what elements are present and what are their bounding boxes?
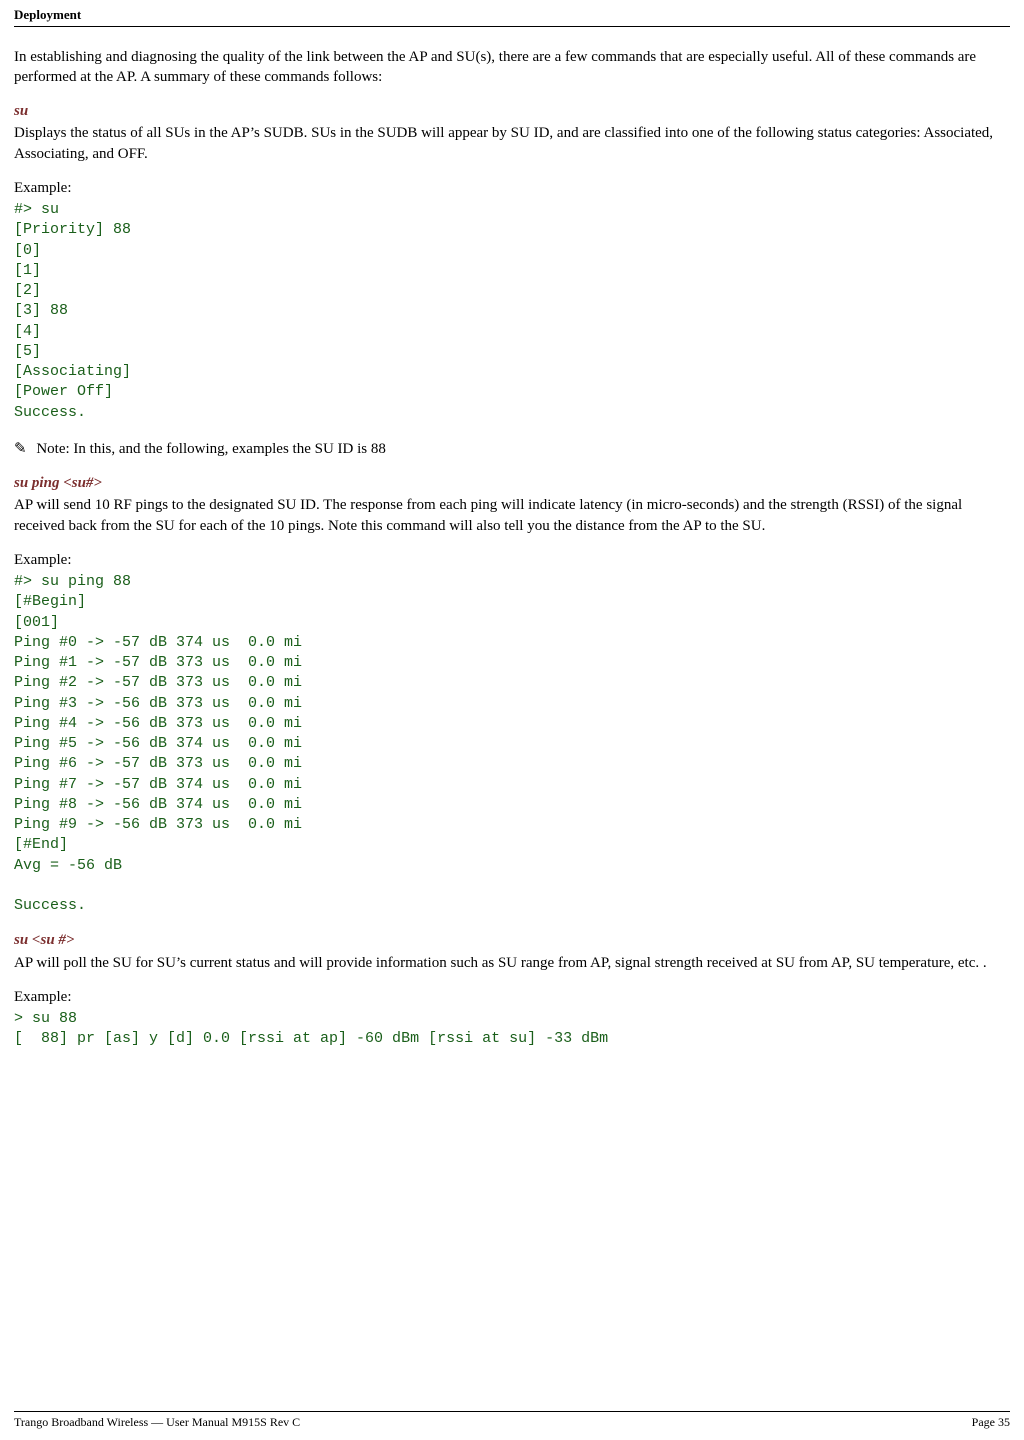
footer-rule (14, 1411, 1010, 1412)
cmd-su-block: su (14, 101, 1010, 121)
note-text: Note: In this, and the following, exampl… (36, 441, 386, 457)
footer-left: Trango Broadband Wireless — User Manual … (14, 1414, 300, 1430)
footer-right: Page 35 (972, 1414, 1010, 1430)
pencil-icon: ✎ (14, 441, 27, 457)
cmd-su-num-example-label: Example: (14, 987, 1010, 1007)
cmd-su-num-terminal: > su 88 [ 88] pr [as] y [d] 0.0 [rssi at… (14, 1009, 1010, 1050)
note-line: ✎ Note: In this, and the following, exam… (14, 439, 1010, 459)
page-footer: Trango Broadband Wireless — User Manual … (14, 1411, 1010, 1430)
cmd-su-ping-desc: AP will send 10 RF pings to the designat… (14, 495, 1010, 536)
header-rule (14, 26, 1010, 27)
running-head: Deployment (14, 0, 1010, 26)
cmd-su-ping-terminal: #> su ping 88 [#Begin] [001] Ping #0 -> … (14, 572, 1010, 916)
footer-row: Trango Broadband Wireless — User Manual … (14, 1414, 1010, 1430)
cmd-su-ping-example-label: Example: (14, 550, 1010, 570)
intro-paragraph: In establishing and diagnosing the quali… (14, 47, 1010, 88)
cmd-su-terminal: #> su [Priority] 88 [0] [1] [2] [3] 88 [… (14, 200, 1010, 423)
cmd-su-ping-name: su ping <su#> (14, 475, 102, 491)
cmd-su-name: su (14, 103, 28, 119)
cmd-su-ping-block: su ping <su#> (14, 473, 1010, 493)
page: Deployment In establishing and diagnosin… (0, 0, 1024, 1440)
cmd-su-num-name: su <su #> (14, 932, 74, 948)
cmd-su-num-desc: AP will poll the SU for SU’s current sta… (14, 953, 1010, 973)
cmd-su-desc: Displays the status of all SUs in the AP… (14, 123, 1010, 164)
cmd-su-example-label: Example: (14, 178, 1010, 198)
cmd-su-num-block: su <su #> (14, 930, 1010, 950)
